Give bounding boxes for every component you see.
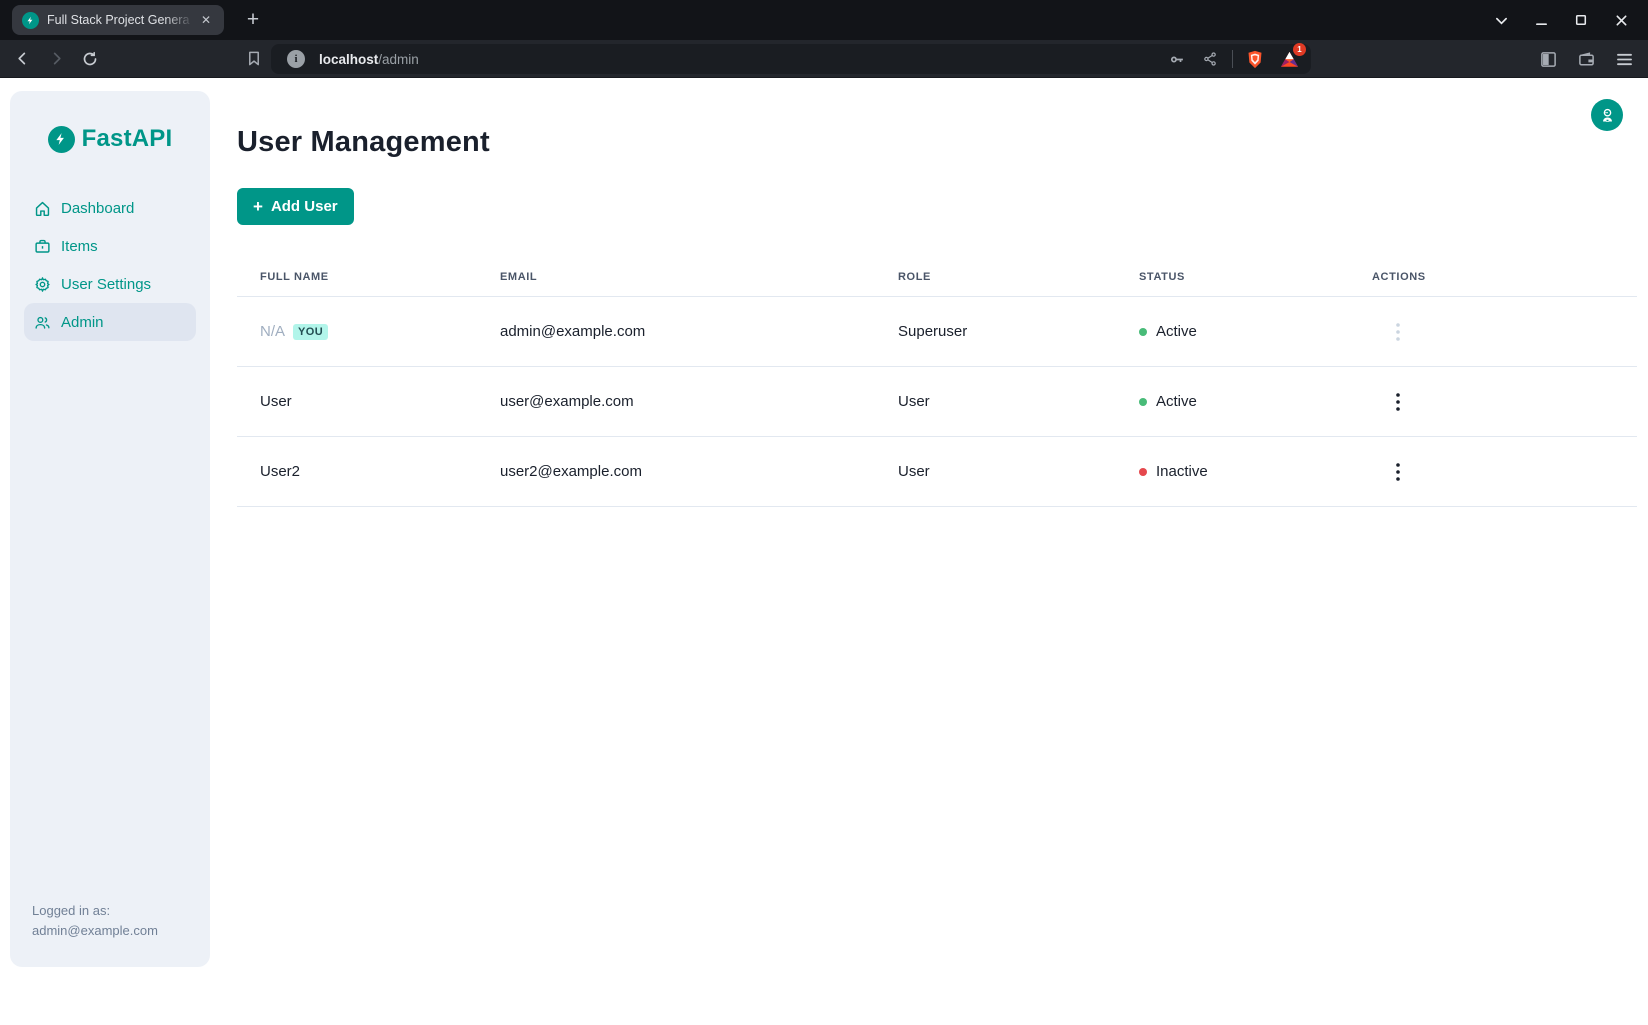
cell-role: User [898,463,1139,480]
sidebar-item-dashboard[interactable]: Dashboard [24,189,196,227]
row-actions-menu-button[interactable] [1386,318,1410,346]
col-header-status: STATUS [1139,271,1372,283]
url-text[interactable]: localhost/admin [319,52,1164,67]
browser-toolbar: i localhost/admin 1 [0,40,1648,78]
row-actions-menu-button[interactable] [1386,458,1410,486]
url-path: /admin [378,52,419,67]
sidebar-item-label: Items [61,238,98,255]
add-user-button[interactable]: + Add User [237,188,354,225]
sidebar-nav: Dashboard Items User Settings Admin [10,189,210,341]
minimize-button[interactable] [1528,7,1554,33]
logged-in-email: admin@example.com [32,921,158,941]
page-title: User Management [237,126,1637,159]
cell-role: Superuser [898,323,1139,340]
logged-in-info: Logged in as: admin@example.com [32,901,158,941]
sidebar-item-user-settings[interactable]: User Settings [24,265,196,303]
site-info-icon[interactable]: i [287,50,305,68]
col-header-actions: ACTIONS [1372,271,1614,283]
sidebar-item-label: Admin [61,314,104,331]
sidebar-item-items[interactable]: Items [24,227,196,265]
password-key-icon[interactable] [1164,47,1188,71]
row-actions-menu-button[interactable] [1386,388,1410,416]
add-user-label: Add User [271,198,338,215]
rewards-badge: 1 [1293,43,1306,56]
main-panel: User Management + Add User FULL NAME EMA… [237,79,1637,507]
sidebar-panel-icon[interactable] [1536,47,1560,71]
plus-icon: + [253,198,263,215]
status-label: Active [1156,393,1197,410]
reload-button[interactable] [76,45,104,73]
sidebar: FastAPI Dashboard Items User Settings A [10,91,210,967]
browser-window: Full Stack Project Genera ✕ + [0,0,1648,1025]
cell-email: admin@example.com [500,323,898,340]
address-bar[interactable]: i localhost/admin 1 [271,44,1311,74]
status-dot [1139,328,1147,336]
status-label: Active [1156,323,1197,340]
table-header-row: FULL NAME EMAIL ROLE STATUS ACTIONS [237,257,1637,297]
cell-full-name: User [260,393,292,410]
fastapi-favicon-icon [22,12,39,29]
col-header-full-name: FULL NAME [260,271,500,283]
tab-title: Full Stack Project Genera [47,13,197,27]
cell-status: Active [1139,323,1372,340]
you-badge: YOU [293,324,328,340]
cell-email: user2@example.com [500,463,898,480]
home-icon [34,200,51,217]
tab-close-icon[interactable]: ✕ [197,11,215,29]
menu-hamburger-icon[interactable] [1612,47,1636,71]
table-row: User user@example.com User Active [237,367,1637,437]
kebab-icon [1396,463,1400,481]
cell-full-name: User2 [260,463,300,480]
users-table: FULL NAME EMAIL ROLE STATUS ACTIONS N/A … [237,257,1637,507]
table-row: N/A YOU admin@example.com Superuser Acti… [237,297,1637,367]
briefcase-icon [34,238,51,255]
gear-icon [34,276,51,293]
brave-rewards-icon[interactable]: 1 [1277,47,1301,71]
maximize-button[interactable] [1568,7,1594,33]
brave-shield-icon[interactable] [1243,47,1267,71]
back-button[interactable] [8,45,36,73]
logged-in-label: Logged in as: [32,901,158,921]
fastapi-logo-icon [48,126,75,153]
tab-bar: Full Stack Project Genera ✕ + [0,0,1648,40]
cell-status: Inactive [1139,463,1372,480]
kebab-icon [1396,393,1400,411]
status-dot [1139,398,1147,406]
fastapi-logo: FastAPI [10,125,210,153]
sidebar-item-admin[interactable]: Admin [24,303,196,341]
col-header-role: ROLE [898,271,1139,283]
table-row: User2 user2@example.com User Inactive [237,437,1637,507]
cell-role: User [898,393,1139,410]
cell-full-name: N/A [260,323,285,340]
wallet-icon[interactable] [1574,47,1598,71]
logo-text: FastAPI [82,125,173,153]
close-window-button[interactable] [1608,7,1634,33]
sidebar-item-label: Dashboard [61,200,134,217]
browser-tab[interactable]: Full Stack Project Genera ✕ [12,5,224,35]
new-tab-button[interactable]: + [240,7,266,33]
tab-search-chevron-icon[interactable] [1488,7,1514,33]
toolbar-divider [1232,50,1233,68]
page-content: FastAPI Dashboard Items User Settings A [0,79,1648,1025]
status-dot [1139,468,1147,476]
url-host: localhost [319,52,378,67]
sidebar-item-label: User Settings [61,276,151,293]
cell-status: Active [1139,393,1372,410]
status-label: Inactive [1156,463,1208,480]
bookmark-icon[interactable] [240,45,268,73]
share-icon[interactable] [1198,47,1222,71]
kebab-icon [1396,323,1400,341]
forward-button[interactable] [42,45,70,73]
col-header-email: EMAIL [500,271,898,283]
users-icon [34,314,51,331]
cell-email: user@example.com [500,393,898,410]
